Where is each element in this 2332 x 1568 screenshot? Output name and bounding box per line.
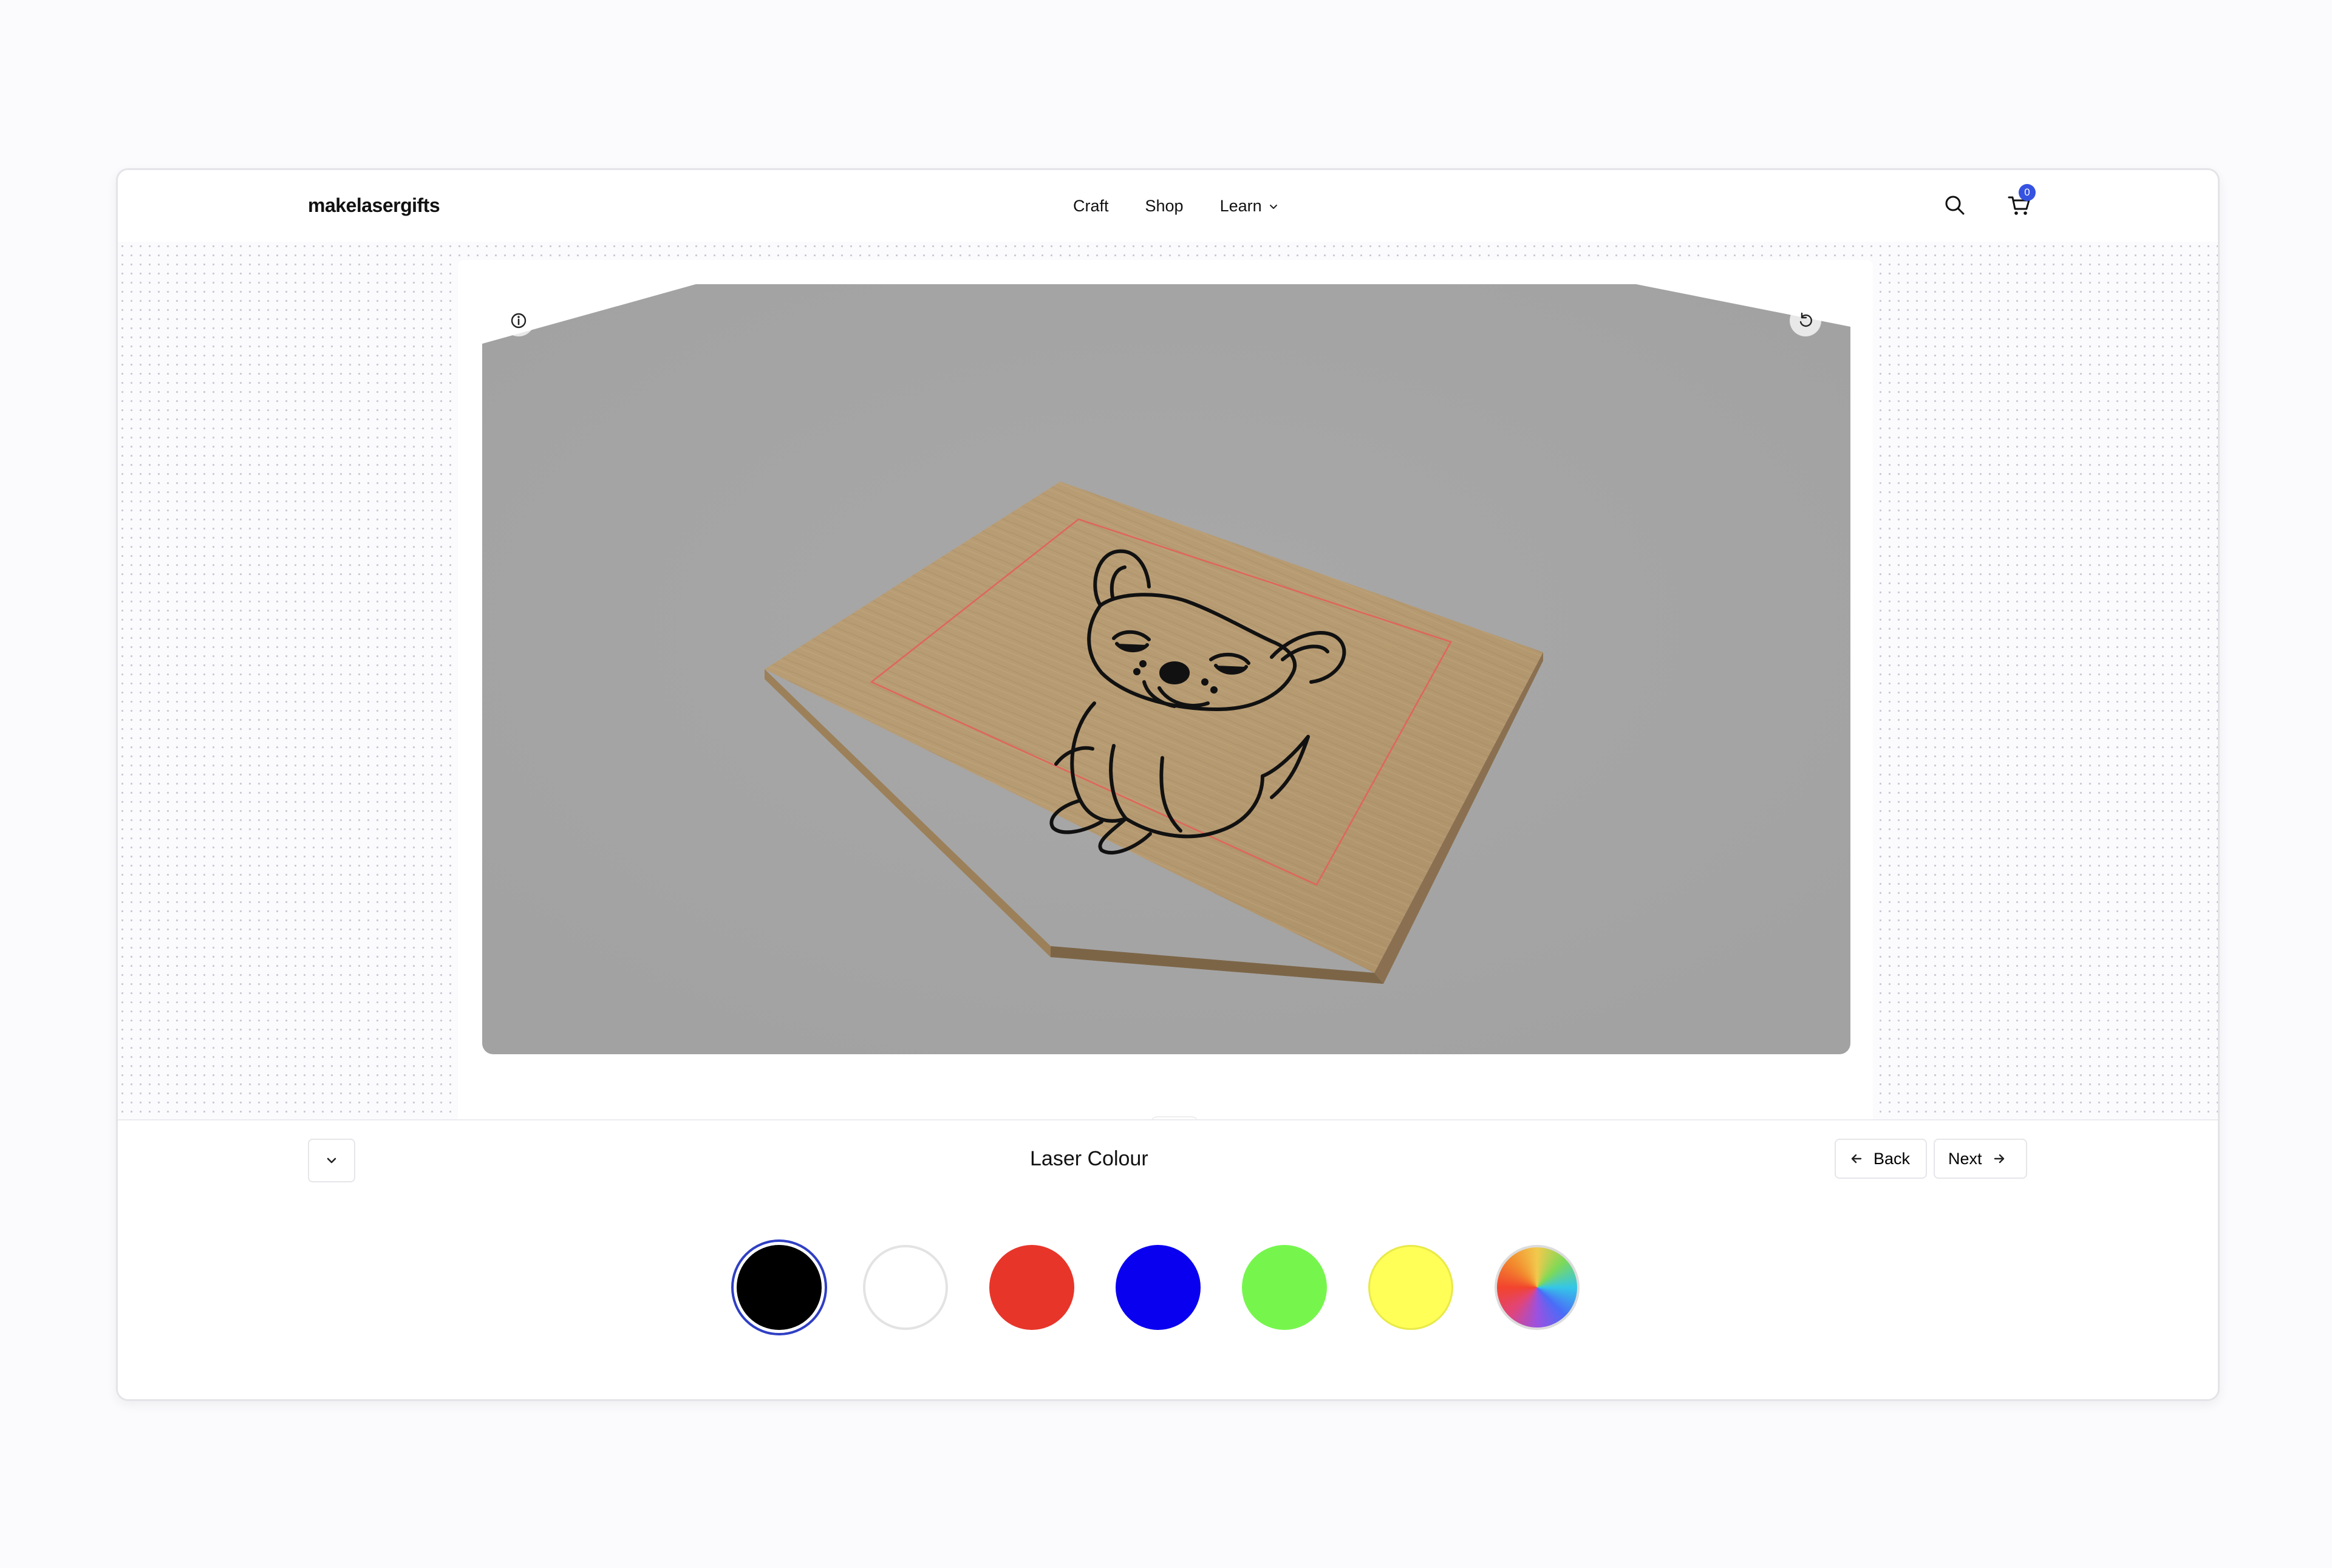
reset-view-button[interactable] (1790, 305, 1821, 336)
nav-learn-label: Learn (1219, 197, 1262, 215)
search-icon (1945, 196, 1965, 215)
nav-craft-label: Craft (1073, 197, 1109, 215)
nav-shop[interactable]: Shop (1145, 197, 1184, 216)
cart-button[interactable]: 0 (2004, 184, 2036, 220)
swatch-red[interactable] (989, 1245, 1074, 1330)
reset-view-icon (1799, 312, 1812, 327)
nav-craft[interactable]: Craft (1073, 197, 1109, 216)
3d-scene (482, 284, 1850, 1054)
3d-preview-viewport[interactable] (482, 284, 1850, 1054)
arrow-left-icon (1851, 1154, 1862, 1164)
swatch-green[interactable] (1242, 1245, 1327, 1330)
info-icon (511, 313, 527, 329)
chevron-down-icon (327, 1157, 336, 1164)
nav-shop-label: Shop (1145, 197, 1184, 215)
swatch-custom-colour-wheel[interactable] (1495, 1245, 1580, 1330)
chevron-down-icon (1269, 204, 1277, 209)
search-button[interactable] (1940, 190, 1970, 220)
step-title: Laser Colour (1030, 1147, 1148, 1170)
next-button[interactable]: Next (1934, 1139, 2027, 1179)
info-button[interactable] (503, 305, 534, 336)
arrow-right-icon (1994, 1154, 2004, 1164)
laser-colour-swatches (118, 1239, 2218, 1336)
back-button-label: Back (1873, 1149, 1911, 1168)
swatch-black[interactable] (731, 1239, 827, 1335)
top-navigation-bar: makelasergifts Craft Shop Learn 0 (118, 170, 2218, 242)
preview-card (458, 260, 1873, 1132)
swatch-blue[interactable] (1116, 1245, 1201, 1330)
back-button[interactable]: Back (1835, 1139, 1927, 1179)
nav-learn[interactable]: Learn (1220, 197, 1279, 216)
options-panel: Laser Colour Back Next (118, 1119, 2218, 1399)
swatch-yellow[interactable] (1368, 1245, 1453, 1330)
cart-count-badge: 0 (2019, 184, 2036, 201)
collapse-panel-button[interactable] (308, 1139, 355, 1182)
main-nav: Craft Shop Learn (1073, 197, 1279, 216)
brand-logo[interactable]: makelasergifts (308, 194, 440, 217)
design-workspace (118, 242, 2218, 1132)
next-button-label: Next (1948, 1149, 1982, 1168)
swatch-white[interactable] (863, 1245, 948, 1330)
app-window: makelasergifts Craft Shop Learn 0 Laser … (116, 168, 2220, 1401)
